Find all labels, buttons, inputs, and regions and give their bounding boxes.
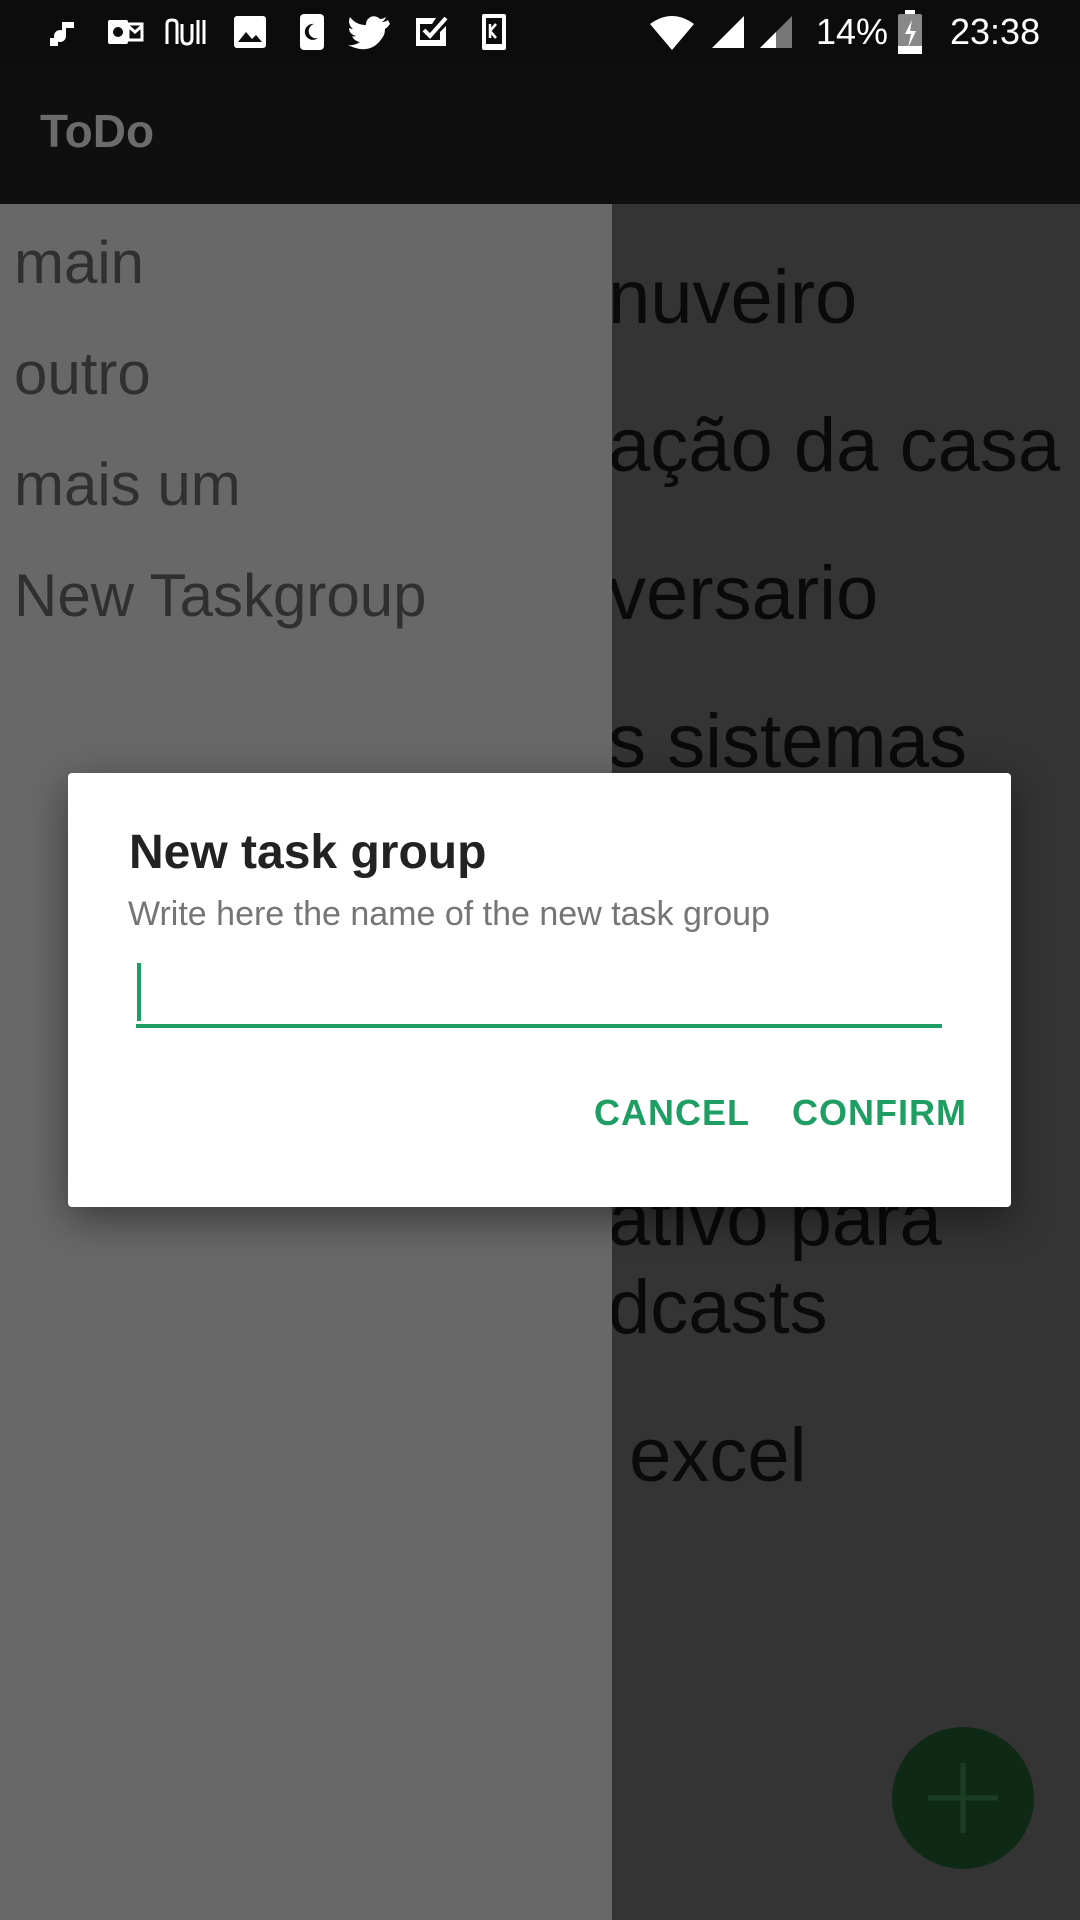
signal-weak-icon [760, 16, 792, 48]
cancel-button[interactable]: CANCEL [594, 1085, 750, 1141]
dialog-message: Write here the name of the new task grou… [128, 895, 770, 933]
app-bar: ToDo [0, 64, 1080, 204]
task-item[interactable]: ação da casa [608, 402, 1060, 490]
text-cursor [137, 963, 141, 1021]
task-item[interactable]: versario [608, 550, 878, 638]
app-title: ToDo [40, 105, 155, 157]
dialog-title: New task group [129, 826, 487, 879]
new-task-group-dialog: New task group Write here the name of th… [68, 773, 1011, 1207]
nubank-icon [165, 18, 206, 46]
drawer-item-main[interactable]: main [14, 228, 144, 298]
add-task-fab[interactable] [892, 1727, 1034, 1869]
drawer-item-mais-um[interactable]: mais um [14, 450, 241, 520]
clock: 23:38 [950, 11, 1041, 52]
drawer-item-outro[interactable]: outro [14, 339, 151, 409]
outlook-icon [108, 20, 144, 44]
battery-percent: 14% [816, 11, 889, 52]
plus-icon [928, 1763, 998, 1833]
confirm-button[interactable]: CONFIRM [792, 1085, 967, 1141]
signal-icon [712, 16, 744, 48]
battery-charging-icon [898, 10, 922, 54]
tasks-check-icon [416, 16, 448, 46]
task-item[interactable]: excel [608, 1412, 806, 1500]
phone-night-icon [300, 14, 324, 50]
wifi-icon [650, 16, 694, 50]
screen: 14% 23:38 ToDo nuveiro ação da casa vers… [0, 0, 1080, 1920]
drawer-item-new-taskgroup[interactable]: New Taskgroup [14, 561, 426, 631]
twitter-icon [348, 16, 390, 50]
image-icon [234, 16, 266, 48]
status-bar: 14% 23:38 [0, 0, 1080, 64]
kindle-icon [482, 14, 506, 50]
task-item[interactable]: nuveiro [608, 254, 857, 342]
task-group-name-input[interactable] [136, 958, 942, 1028]
task-item[interactable]: dcasts [608, 1264, 828, 1352]
music-note-icon [50, 18, 74, 46]
